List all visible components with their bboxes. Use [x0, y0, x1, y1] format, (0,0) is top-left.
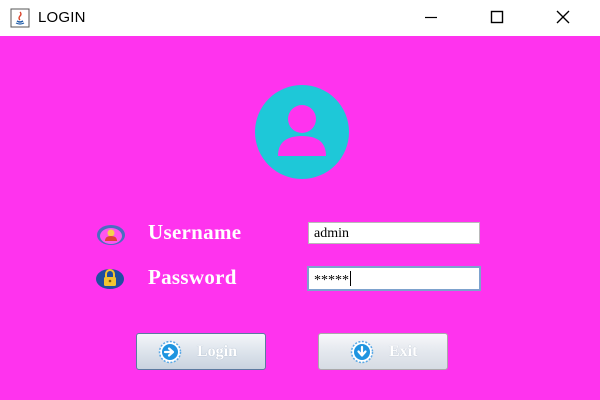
- window-title: LOGIN: [38, 9, 86, 26]
- title-bar[interactable]: LOGIN: [0, 0, 600, 36]
- minimize-button[interactable]: [408, 0, 454, 34]
- login-button[interactable]: Login: [136, 333, 266, 370]
- java-app-icon: [10, 8, 30, 28]
- login-window: LOGIN Username admin Password ***** Logi…: [0, 0, 600, 400]
- password-masked-value: *****: [314, 273, 349, 288]
- lock-icon: [96, 269, 124, 289]
- user-icon: [97, 225, 125, 245]
- maximize-icon: [490, 10, 504, 24]
- password-field[interactable]: *****: [307, 266, 481, 291]
- close-icon: [556, 10, 570, 24]
- login-arrow-icon: [158, 340, 182, 364]
- login-panel: Username admin Password ***** Login Exit: [0, 36, 600, 400]
- maximize-button[interactable]: [474, 0, 520, 34]
- login-button-label: Login: [197, 343, 238, 360]
- exit-arrow-icon: [350, 340, 374, 364]
- exit-button[interactable]: Exit: [318, 333, 448, 370]
- username-field[interactable]: admin: [308, 222, 480, 244]
- exit-button-label: Exit: [389, 343, 418, 360]
- username-label: Username: [148, 220, 242, 244]
- text-caret: [350, 271, 351, 286]
- password-label: Password: [148, 265, 237, 289]
- close-button[interactable]: [540, 0, 586, 34]
- user-avatar-icon: [255, 85, 349, 179]
- minimize-icon: [425, 16, 437, 19]
